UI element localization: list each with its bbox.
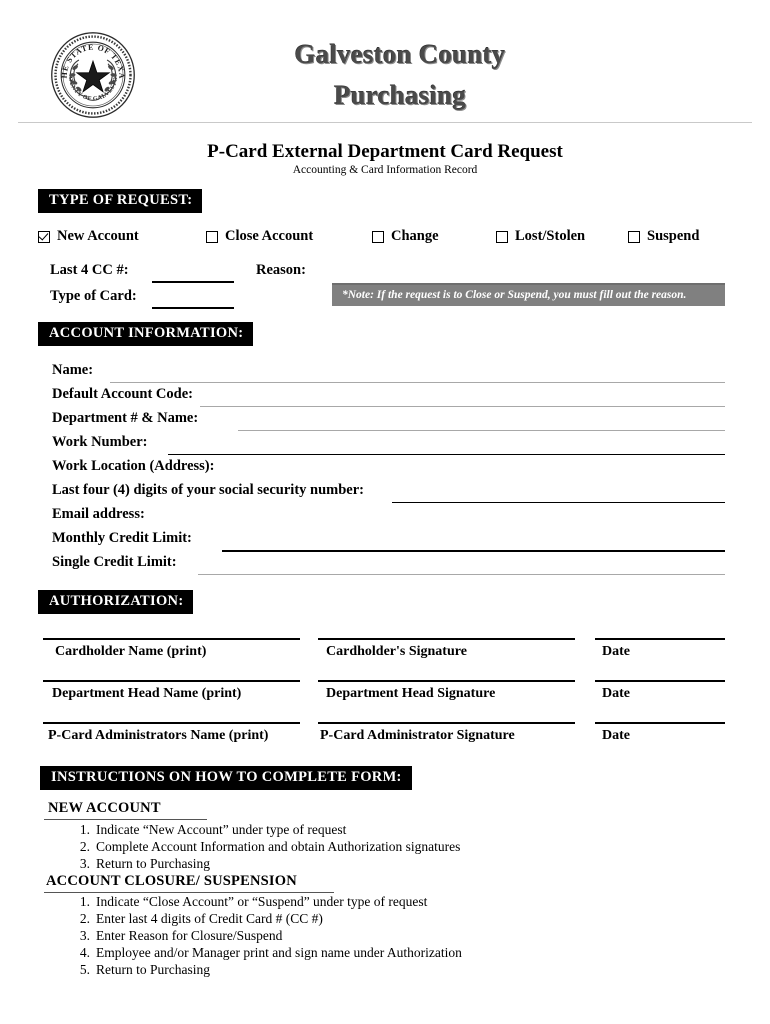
input-last-4-cc[interactable] [152,281,234,284]
label-name: Name: [52,362,94,378]
signature-line-date-3[interactable] [595,722,725,724]
input-default-account-code[interactable] [200,406,725,407]
auth-label-pcard-admin-signature: P-Card Administrator Signature [320,728,515,743]
instruction-step-new-1: Indicate “New Account” under type of req… [96,822,347,837]
page-header: THE STATE OF TEXAS COUNTY OF GALVESTON [0,0,770,123]
checkbox-close-account-icon[interactable] [206,230,218,243]
type-of-request-options: New Account Close Account Change Lost/St… [0,228,770,250]
instructions-heading-new-account: NEW ACCOUNT [48,800,161,816]
section-header-type-of-request: TYPE OF REQUEST: [38,189,203,214]
checkbox-option-lost-stolen[interactable]: Lost/Stolen [496,228,585,245]
label-monthly-credit-limit: Monthly Credit Limit: [52,530,192,546]
input-last-four-ssn[interactable] [392,502,725,503]
signature-line-department-head-name[interactable] [43,680,300,682]
signature-line-cardholder-name[interactable] [43,638,300,640]
label-email-address: Email address: [52,506,145,522]
checkbox-new-account-icon[interactable] [38,230,50,243]
instruction-number: 5. [79,962,90,977]
signature-line-date-1[interactable] [595,638,725,640]
input-single-credit-limit[interactable] [198,574,725,575]
instructions-heading-account-closure: ACCOUNT CLOSURE/ SUSPENSION [46,873,297,889]
checkbox-lost-stolen-icon[interactable] [496,230,508,243]
checkbox-suspend-icon[interactable] [628,230,640,243]
checkbox-option-suspend[interactable]: Suspend [628,228,699,245]
instruction-step-closure-2: Enter last 4 digits of Credit Card # (CC… [96,911,323,926]
note-close-or-suspend: *Note: If the request is to Close or Sus… [332,283,725,306]
auth-label-pcard-admin-name: P-Card Administrators Name (print) [48,728,269,743]
input-work-number[interactable] [168,454,725,455]
instruction-step-closure-4: Employee and/or Manager print and sign n… [96,945,462,960]
checkbox-label-lost-stolen: Lost/Stolen [515,228,586,244]
input-department-number-name[interactable] [238,430,725,431]
label-reason: Reason: [256,262,306,278]
instructions-heading-underline-account-closure [44,892,334,893]
page-subtitle: Accounting & Card Information Record [292,164,478,176]
label-work-location: Work Location (Address): [52,458,215,474]
instruction-number: 1. [79,894,90,909]
auth-label-department-head-signature: Department Head Signature [326,686,496,701]
input-monthly-credit-limit[interactable] [222,550,725,552]
label-type-of-card: Type of Card: [50,288,137,304]
input-type-of-card[interactable] [152,307,234,310]
signature-line-pcard-admin-name[interactable] [43,722,300,724]
header-divider [18,122,752,123]
instruction-number: 1. [79,822,90,837]
page-title: P-Card External Department Card Request [207,141,563,162]
organization-title-line2: Purchasing [333,80,467,111]
label-department-number-name: Department # & Name: [52,410,199,426]
label-last-four-ssn: Last four (4) digits of your social secu… [52,482,365,498]
auth-label-department-head-name: Department Head Name (print) [52,686,242,701]
section-header-instructions: INSTRUCTIONS ON HOW TO COMPLETE FORM: [40,766,412,791]
texas-state-seal-icon: THE STATE OF TEXAS COUNTY OF GALVESTON [45,30,141,120]
label-work-number: Work Number: [52,434,148,450]
auth-label-date-2: Date [602,686,630,701]
section-header-account-information: ACCOUNT INFORMATION: [38,322,254,347]
input-name[interactable] [110,382,725,383]
signature-line-cardholder-signature[interactable] [318,638,575,640]
checkbox-change-icon[interactable] [372,230,384,243]
instruction-step-new-2: Complete Account Information and obtain … [96,839,461,854]
label-last-4-cc: Last 4 CC #: [50,262,129,278]
organization-title-line1: Galveston County [294,39,506,69]
instruction-number: 4. [79,945,90,960]
label-single-credit-limit: Single Credit Limit: [52,554,177,570]
organization-title: Galveston County Purchasing [190,34,610,116]
checkbox-option-close-account[interactable]: Close Account [206,228,313,245]
checkbox-option-change[interactable]: Change [372,228,439,245]
instruction-number: 3. [79,928,90,943]
signature-line-date-2[interactable] [595,680,725,682]
checkbox-label-suspend: Suspend [647,228,700,244]
auth-label-date-3: Date [602,728,630,743]
instruction-number: 2. [79,839,90,854]
auth-label-cardholder-name: Cardholder Name (print) [55,644,207,659]
signature-line-department-head-signature[interactable] [318,680,575,682]
instruction-number: 2. [79,911,90,926]
instruction-step-closure-1: Indicate “Close Account” or “Suspend” un… [96,894,428,909]
instruction-number: 3. [79,856,90,871]
auth-label-date-1: Date [602,644,630,659]
label-default-account-code: Default Account Code: [52,386,193,402]
checkbox-label-close-account: Close Account [225,228,314,244]
checkbox-label-new-account: New Account [57,228,139,244]
instruction-step-closure-5: Return to Purchasing [96,962,210,977]
signature-line-pcard-admin-signature[interactable] [318,722,575,724]
instructions-heading-underline-new-account [44,819,207,820]
auth-label-cardholder-signature: Cardholder's Signature [326,644,467,659]
checkbox-label-change: Change [391,228,439,244]
instruction-step-new-3: Return to Purchasing [96,856,210,871]
instruction-step-closure-3: Enter Reason for Closure/Suspend [96,928,283,943]
section-header-authorization: AUTHORIZATION: [38,590,194,615]
checkbox-option-new-account[interactable]: New Account [38,228,139,245]
